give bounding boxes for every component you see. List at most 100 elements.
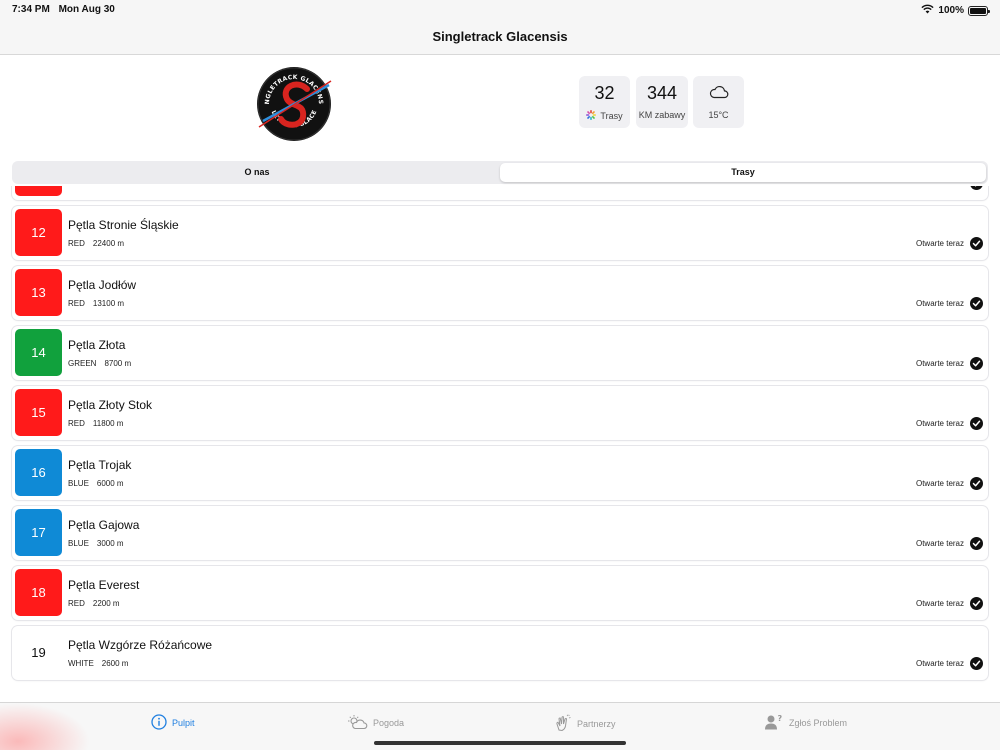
route-status: Otwarte teraz [915,539,964,548]
route-name: Pętla Jodłów [68,278,137,292]
route-meta: RED 11800 m [68,419,123,428]
segmented-control-area: O nas Trasy [0,160,1000,186]
route-status: Otwarte teraz [915,359,964,368]
stat-label-routes: Trasy [600,111,623,121]
route-level: RED [68,419,85,428]
route-name: Pętla Złota [68,338,126,352]
route-level: BLUE [68,479,89,488]
route-number-badge: 11 [15,186,62,196]
route-status: Otwarte teraz [915,239,964,248]
route-level: RED [68,599,85,608]
route-length: 8700 m [104,359,132,368]
route-length: 3000 m [96,539,124,548]
checkmark-icon [970,477,983,490]
route-status: Otwarte teraz [915,299,964,308]
person-question-icon: ? [764,714,784,732]
checkmark-icon [970,357,983,370]
route-row[interactable]: 13 Pętla Jodłów RED 13100 m Otwarte teraz [12,266,988,320]
route-meta: RED 2200 m [68,599,120,608]
tab-label: Pogoda [373,718,405,728]
route-meta: WHITE 2600 m [68,659,128,668]
route-name: Pętla Złoty Stok [68,398,153,412]
tab-zglos-problem[interactable]: ? Zgłoś Problem [764,714,847,732]
tab-label: Pulpit [172,718,195,728]
route-meta: GREEN 8700 m [68,359,131,368]
route-number-badge: 15 [15,389,62,436]
cloud-icon [709,83,729,103]
route-meta: RED 31000 m [68,186,124,188]
tab-label: Partnerzy [577,719,616,729]
status-date: Mon Aug 30 [58,4,115,15]
segment-trasy[interactable]: Trasy [500,163,986,182]
stat-value-km: 344 [646,83,678,103]
svg-text:?: ? [778,714,783,723]
battery-icon [968,5,990,16]
route-length: 13100 m [92,299,125,308]
status-bar: 7:34 PM Mon Aug 30 100% [0,0,1000,18]
route-number-badge: 14 [15,329,62,376]
segment-o-nas[interactable]: O nas [14,163,500,182]
status-indicators: 100% [921,4,990,17]
stat-card-trasy: 32 Trasy [579,76,630,128]
route-status: Otwarte teraz [915,479,964,488]
battery-level [970,7,986,14]
route-meta: BLUE 3000 m [68,539,124,548]
checkmark-icon [970,186,983,190]
route-status: Otwarte teraz [915,599,964,608]
page-title: Singletrack Glacensis [432,29,568,44]
route-name: Pętla Trojak [68,458,132,472]
tab-bar-glow [0,703,90,750]
hands-clap-icon [554,714,572,734]
route-meta: RED 13100 m [68,299,124,308]
route-status: Otwarte teraz [915,659,964,668]
status-time: 7:34 PM [12,4,50,15]
route-row[interactable]: 16 Pętla Trojak BLUE 6000 m Otwarte teraz [12,446,988,500]
tab-pulpit[interactable]: Pulpit [151,714,195,732]
route-length: 31000 m [93,186,124,188]
routes-list[interactable]: 11Pętla MiędzygórzeRED31000 mOtwarte ter… [0,186,1000,702]
route-row[interactable]: 12 Pętla Stronie Śląskie RED 22400 m Otwarte… [12,206,988,260]
wifi-icon [921,4,935,17]
stat-value-routes: 32 [594,83,615,103]
tab-pogoda[interactable]: Pogoda [346,714,404,732]
stat-card-km: 344 KM zabawy [636,76,688,128]
dashboard-header: SINGLETRACK GLACENSIS SINGLETRACK GLACEN… [0,55,1000,160]
route-number-badge: 19 [15,629,62,676]
route-number-badge: 17 [15,509,62,556]
route-length: 2200 m [92,599,120,608]
route-level: WHITE [68,659,94,668]
route-name: Pętla Everest [68,578,140,592]
route-row[interactable]: 18 Pętla Everest RED 2200 m Otwarte teraz [12,566,988,620]
route-level: RED [68,186,85,188]
route-status: Otwarte teraz [916,186,964,188]
route-meta: RED 22400 m [68,239,124,248]
home-indicator [374,741,626,745]
route-length: 22400 m [92,239,125,248]
route-row[interactable]: 15 Pętla Złoty Stok RED 11800 m Otwarte tera… [12,386,988,440]
info-icon [151,714,167,732]
route-name: Pętla Wzgórze Różańcowe [68,638,213,652]
route-row[interactable]: 17 Pętla Gajowa BLUE 3000 m Otwarte teraz [12,506,988,560]
route-name: Pętla Gajowa [68,518,140,532]
stat-label-temperature: 15°C [708,110,729,120]
route-length: 6000 m [96,479,124,488]
route-row[interactable]: 14 Pętla Złota GREEN 8700 m Otwarte teraz [12,326,988,380]
route-meta: BLUE 6000 m [68,479,124,488]
tab-label: Zgłoś Problem [789,718,848,728]
stat-card-weather: 15°C [693,76,744,128]
status-time-date: 7:34 PM Mon Aug 30 [12,4,121,15]
checkmark-icon [970,657,983,670]
navigation-bar: Singletrack Glacensis [0,18,1000,55]
route-status: Otwarte teraz [915,419,964,428]
spinner-icon [586,110,597,122]
route-level: RED [68,239,85,248]
route-number-badge: 13 [15,269,62,316]
route-number-badge: 18 [15,569,62,616]
singletrack-logo: SINGLETRACK GLACENSIS SINGLETRACK GLACEN… [252,60,333,143]
route-number-badge: 16 [15,449,62,496]
route-length: 2600 m [101,659,129,668]
route-level: GREEN [68,359,97,368]
route-row[interactable]: 11Pętla MiędzygórzeRED31000 mOtwarte ter… [12,186,988,200]
tab-partnerzy[interactable]: Partnerzy [554,714,616,734]
route-row[interactable]: 19 Pętla Wzgórze Różańcowe WHITE 2600 m Otwa… [12,626,988,680]
